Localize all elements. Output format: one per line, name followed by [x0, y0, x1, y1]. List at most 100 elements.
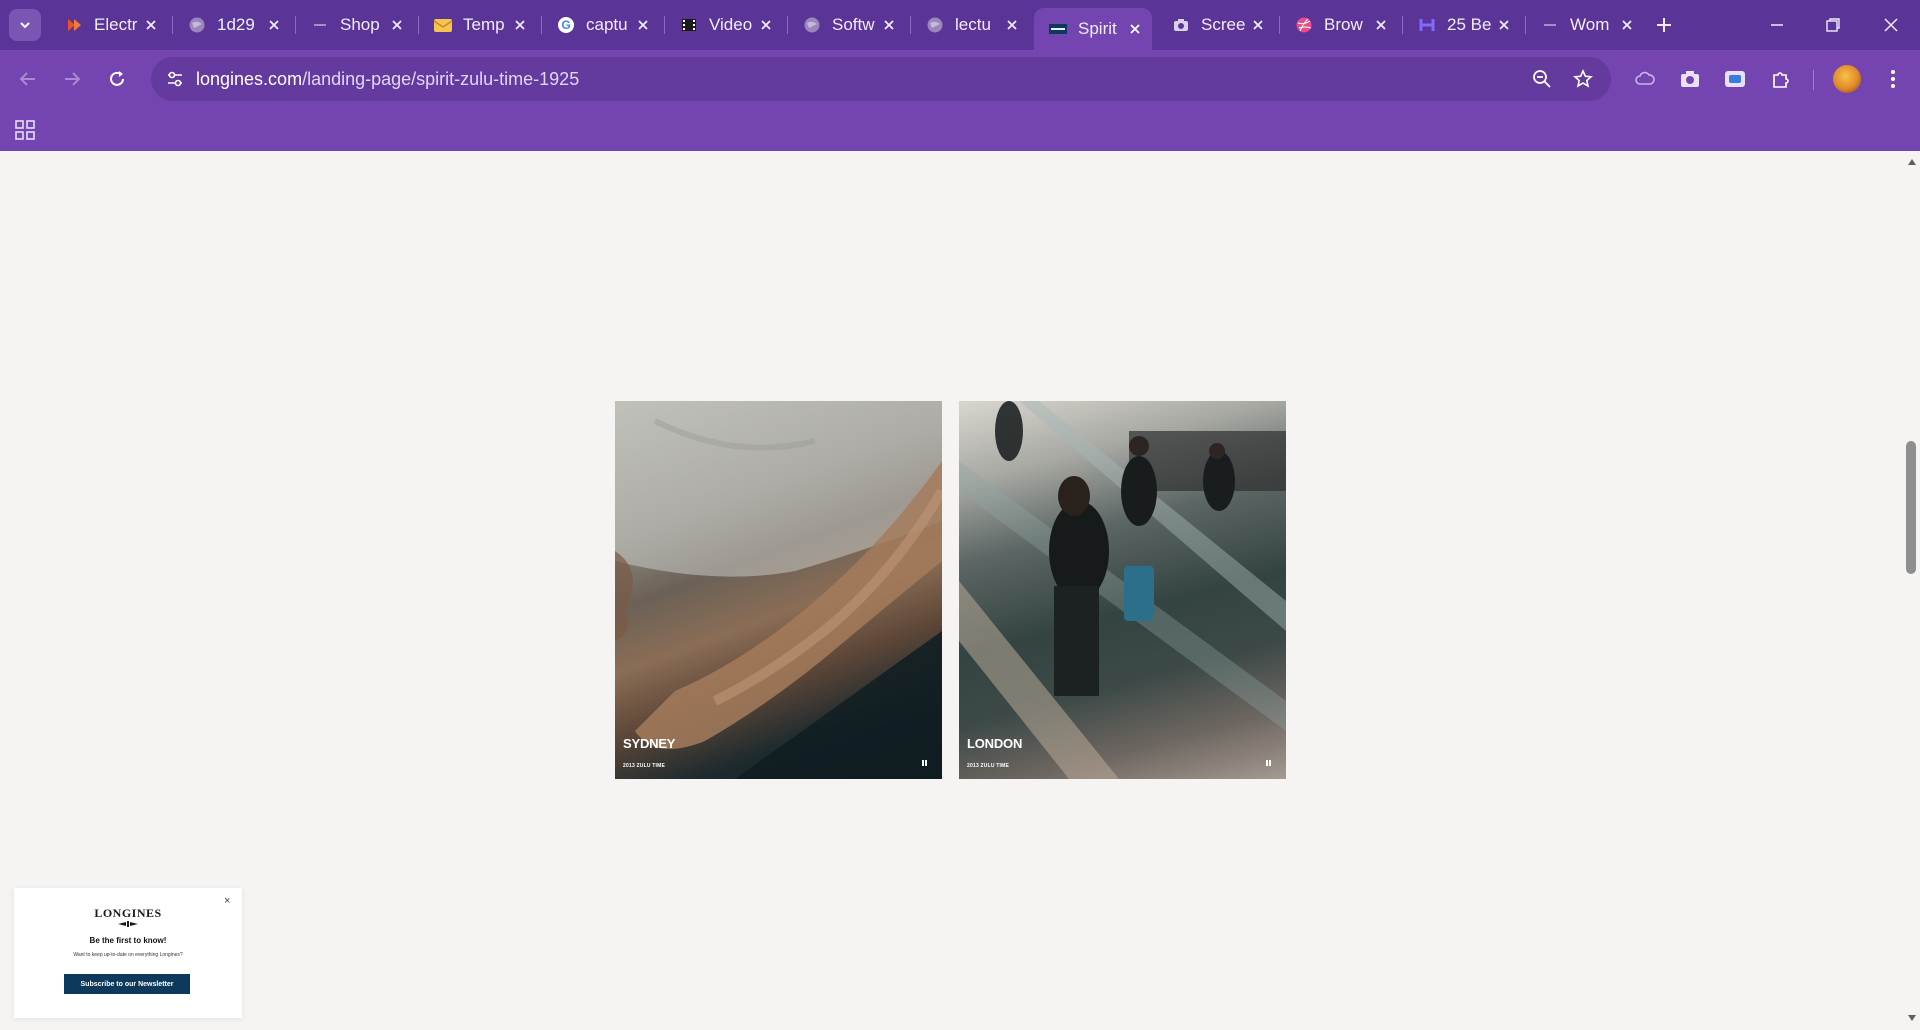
tab-title: captu [586, 15, 628, 34]
tab-video[interactable]: Video [665, 8, 783, 42]
sydney-video-card[interactable]: SYDNEY 2013 ZULU TIME [615, 401, 942, 779]
restore-icon [1826, 18, 1840, 32]
minimize-icon [1771, 24, 1783, 26]
longines-icon [1048, 19, 1068, 39]
dribbble-icon [1294, 15, 1314, 35]
popup-text: Want to keep up-to-date on everything Lo… [73, 952, 183, 958]
arrow-left-icon [19, 72, 35, 86]
page-viewport [0, 151, 1904, 1030]
card-subtitle: 2013 ZULU TIME [623, 763, 665, 769]
tab-1d29[interactable]: 1d29 [173, 8, 291, 42]
newsletter-popup: × LONGINES Be the first to know! Want to… [14, 888, 242, 1018]
close-icon[interactable] [142, 16, 160, 34]
tab-spirit-active[interactable]: Spirit [1034, 8, 1152, 50]
screen-record-icon [1725, 71, 1745, 87]
tab-title: Softw [832, 15, 875, 34]
h-brand-icon [1417, 15, 1437, 35]
close-icon[interactable] [388, 16, 406, 34]
card-subtitle: 2013 ZULU TIME [967, 763, 1009, 769]
address-bar[interactable]: longines.com/landing-page/spirit-zulu-ti… [151, 57, 1611, 101]
tab-search-button[interactable] [9, 9, 41, 41]
subscribe-newsletter-button[interactable]: Subscribe to our Newsletter [64, 974, 190, 994]
close-icon[interactable] [757, 16, 775, 34]
close-icon[interactable] [1618, 16, 1636, 34]
close-icon[interactable] [1003, 16, 1021, 34]
plus-icon [1657, 18, 1671, 32]
zoom-button[interactable] [1530, 67, 1554, 91]
tab-title: Brow [1324, 15, 1363, 34]
url-text[interactable]: longines.com/landing-page/spirit-zulu-ti… [196, 69, 579, 90]
envelope-icon [433, 15, 453, 35]
apps-button[interactable] [12, 117, 38, 143]
triangle-up-icon [1908, 159, 1916, 165]
puzzle-icon [1773, 72, 1789, 88]
popup-title: Be the first to know! [89, 936, 167, 945]
browser-menu-button[interactable] [1879, 65, 1907, 93]
back-button[interactable] [12, 63, 44, 95]
tab-title: Video [709, 15, 753, 34]
close-icon[interactable] [511, 16, 529, 34]
reload-button[interactable] [101, 63, 133, 95]
forward-button[interactable] [56, 63, 88, 95]
bookmark-star-button[interactable] [1571, 67, 1595, 91]
apps-grid-icon [15, 120, 35, 140]
close-icon[interactable] [1495, 16, 1513, 34]
dash-icon [1540, 15, 1560, 35]
tab-title: Scree [1201, 15, 1246, 34]
screen-capture-extension-button[interactable] [1721, 65, 1749, 93]
scroll-down-arrow[interactable] [1905, 1012, 1919, 1024]
tab-electr[interactable]: Electr [50, 8, 168, 42]
new-tab-button[interactable] [1650, 11, 1678, 39]
tab-softw[interactable]: Softw [788, 8, 906, 42]
tab-title: 25 Be [1447, 15, 1492, 34]
london-video-image [959, 401, 1286, 779]
tab-strip: Electr 1d29 Shop Temp G captu Video Soft… [0, 0, 1920, 50]
triangle-down-icon [1908, 1015, 1916, 1021]
svg-text:G: G [561, 18, 570, 32]
tab-lectu[interactable]: lectu [911, 8, 1029, 42]
tab-brow[interactable]: Brow [1280, 8, 1398, 42]
tab-scree[interactable]: Scree [1157, 8, 1275, 42]
chevron-down-icon [20, 22, 30, 29]
tab-temp[interactable]: Temp [419, 8, 537, 42]
close-icon[interactable] [1126, 20, 1144, 38]
scroll-thumb[interactable] [1906, 441, 1916, 574]
extensions-button[interactable] [1767, 65, 1795, 93]
close-icon[interactable] [265, 16, 283, 34]
tab-title: Spirit [1078, 19, 1117, 38]
profile-avatar[interactable] [1833, 65, 1861, 93]
globe-icon [187, 15, 207, 35]
winged-hourglass-icon [118, 921, 138, 927]
close-icon[interactable] [634, 16, 652, 34]
tab-shop[interactable]: Shop [296, 8, 414, 42]
camera-icon [1171, 15, 1191, 35]
tab-title: lectu [955, 15, 991, 34]
tab-wom[interactable]: Wom [1526, 8, 1644, 42]
globe-icon [802, 15, 822, 35]
pause-icon[interactable] [922, 760, 928, 766]
close-window-button[interactable] [1868, 8, 1914, 42]
close-icon[interactable] [1249, 16, 1267, 34]
tab-captu[interactable]: G captu [542, 8, 660, 42]
globe-icon [925, 15, 945, 35]
tab-title: 1d29 [217, 15, 255, 34]
close-icon[interactable] [880, 16, 898, 34]
tab-title: Temp [463, 15, 505, 34]
tab-25-be[interactable]: 25 Be [1403, 8, 1521, 42]
tune-icon [168, 71, 182, 87]
pause-icon[interactable] [1266, 760, 1272, 766]
bookmarks-bar [0, 108, 1920, 151]
screenshot-extension-button[interactable] [1676, 65, 1704, 93]
film-icon [679, 15, 699, 35]
cloud-extension-button[interactable] [1631, 65, 1659, 93]
london-video-card[interactable]: LONDON 2013 ZULU TIME [959, 401, 1286, 779]
dash-icon [310, 15, 330, 35]
scroll-up-arrow[interactable] [1905, 156, 1919, 168]
toolbar-divider [1813, 70, 1814, 90]
url-path: /landing-page/spirit-zulu-time-1925 [302, 69, 580, 89]
site-info-button[interactable] [163, 67, 187, 91]
page-scrollbar[interactable] [1904, 151, 1920, 1030]
close-icon[interactable] [1372, 16, 1390, 34]
restore-button[interactable] [1810, 8, 1856, 42]
minimize-button[interactable] [1754, 8, 1800, 42]
